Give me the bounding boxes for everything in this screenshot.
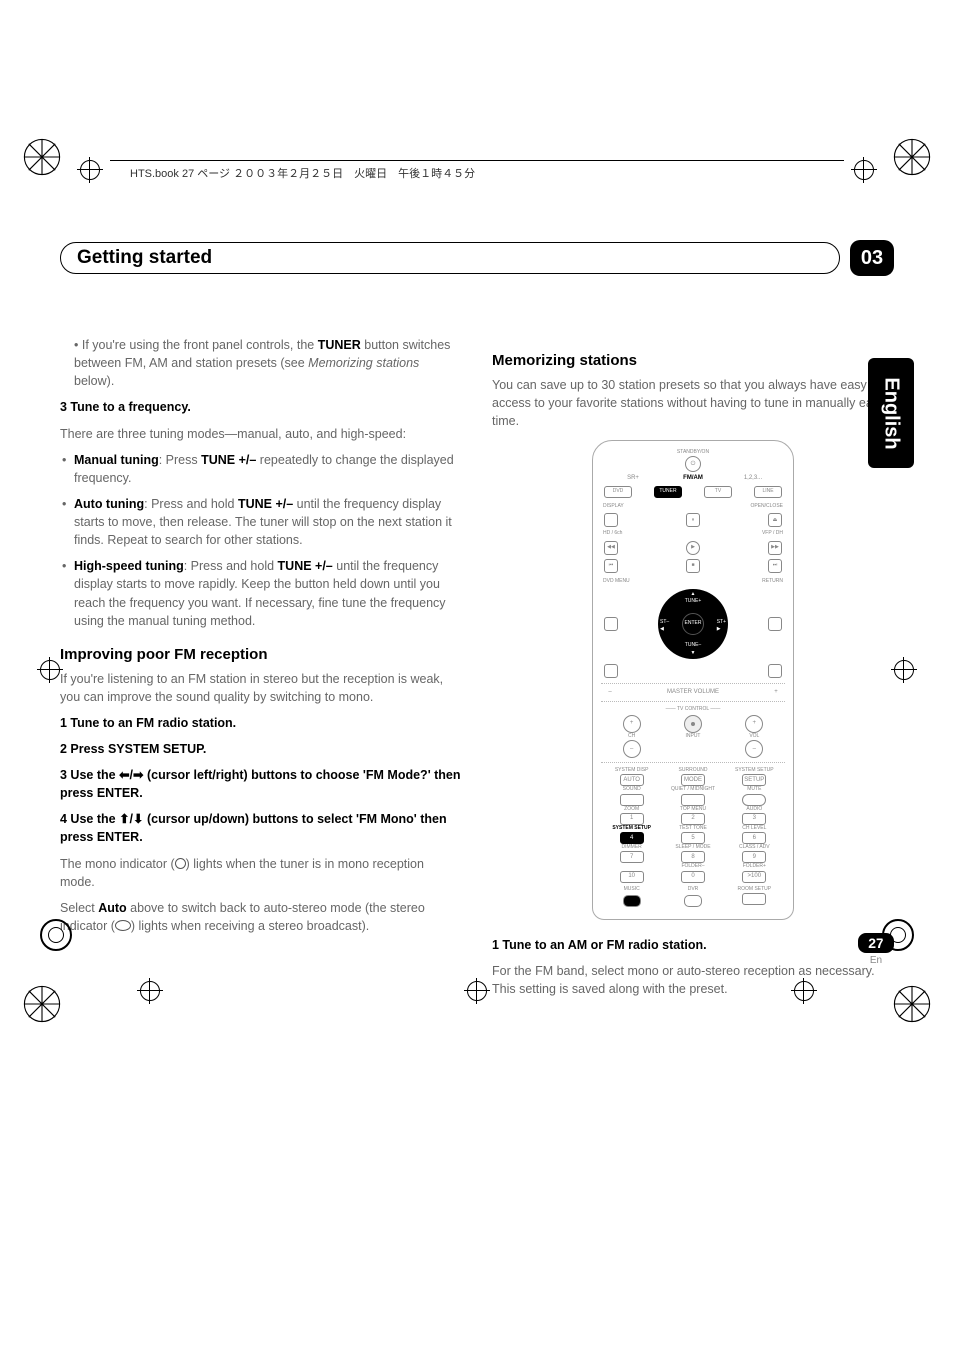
remote-dvd-menu-button	[604, 617, 618, 631]
remote-music-button	[623, 895, 641, 907]
right-step-1: 1 Tune to an AM or FM radio station.	[492, 936, 894, 954]
improving-reception-heading: Improving poor FM reception	[60, 644, 462, 666]
remote-line-button: LINE	[754, 486, 782, 498]
remote-tv-button: TV	[704, 486, 732, 498]
manual-tuning-bullet: •Manual tuning: Press TUNE +/– repeatedl…	[60, 451, 462, 487]
memorizing-stations-heading: Memorizing stations	[492, 350, 894, 372]
remote-tv-vol-button: +	[745, 715, 763, 733]
header-rule	[110, 160, 844, 161]
print-crosshair-icon	[140, 981, 160, 1006]
mono-indicator-note: The mono indicator () lights when the tu…	[60, 855, 462, 891]
remote-dvd-button: DVD	[604, 486, 632, 498]
high-speed-tuning-bullet: •High-speed tuning: Press and hold TUNE …	[60, 557, 462, 630]
print-crosshair-icon	[80, 160, 100, 185]
remote-enter-pad: ▲TUNE+ TUNE–▼ ST–◀ ST+▶ ENTER	[658, 589, 728, 659]
step-1: 1 Tune to an FM radio station.	[60, 714, 462, 732]
remote-tv-ch-button: +	[623, 715, 641, 733]
step-4: 4 Use the ⬆/⬇ (cursor up/down) buttons t…	[60, 810, 462, 846]
print-crosshair-icon	[894, 660, 914, 685]
print-registration-fan-br	[890, 982, 934, 1026]
chapter-title: Getting started	[60, 242, 840, 274]
language-tab-label: English	[880, 377, 903, 449]
remote-tuner-button: TUNER	[654, 486, 682, 498]
print-crosshair-icon	[794, 981, 814, 1006]
remote-stop-button: ■	[686, 559, 700, 573]
remote-prev-button: ◀◀	[604, 541, 618, 555]
page-language-label: En	[858, 955, 894, 966]
print-crosshair-icon	[854, 160, 874, 185]
print-registration-fan-bl	[20, 982, 64, 1026]
tuning-modes-intro: There are three tuning modes—manual, aut…	[60, 425, 462, 443]
remote-key-4-highlight: 4	[620, 832, 644, 844]
remote-blank-button	[768, 664, 782, 678]
remote-skip-fwd-button: ⏭	[768, 559, 782, 573]
remote-return-button	[768, 617, 782, 631]
remote-tv-power-button	[684, 715, 702, 733]
auto-tuning-bullet: •Auto tuning: Press and hold TUNE +/– un…	[60, 495, 462, 549]
print-registration-fan-tl	[20, 135, 64, 179]
print-crosshair-icon	[40, 660, 60, 685]
remote-next-button: ▶▶	[768, 541, 782, 555]
stereo-indicator-icon	[115, 920, 131, 931]
remote-display-button	[604, 513, 618, 527]
remote-eject-button: ⏏	[768, 513, 782, 527]
remote-enter-button: ENTER	[682, 613, 704, 635]
remote-blank-button	[604, 664, 618, 678]
print-crosshair-icon	[467, 981, 487, 1006]
memorizing-stations-intro: You can save up to 30 station presets so…	[492, 376, 894, 430]
step-2: 2 Press SYSTEM SETUP.	[60, 740, 462, 758]
remote-play-button: ▶	[686, 541, 700, 555]
improving-reception-intro: If you're listening to an FM station in …	[60, 670, 462, 706]
language-tab: English	[868, 358, 914, 468]
remote-skip-back-button: ⏮	[604, 559, 618, 573]
remote-pause-button: ⏸	[686, 513, 700, 527]
right-column: Memorizing stations You can save up to 3…	[492, 336, 894, 1006]
step-3-heading: 3 Tune to a frequency.	[60, 398, 462, 416]
source-file-header: HTS.book 27 ページ ２００３年２月２５日 火曜日 午後１時４５分	[130, 165, 475, 181]
print-registration-fan-tr	[890, 135, 934, 179]
chapter-number: 03	[850, 240, 894, 276]
remote-standby-label: STANDBY/ON	[603, 449, 783, 456]
front-panel-note: • If you're using the front panel contro…	[60, 336, 462, 390]
mono-indicator-icon	[175, 858, 186, 869]
auto-stereo-note: Select Auto above to switch back to auto…	[60, 899, 462, 935]
power-icon: ⏻	[685, 456, 701, 472]
print-ring-icon	[40, 919, 72, 956]
right-step-1-note: For the FM band, select mono or auto-ste…	[492, 962, 894, 998]
left-column: • If you're using the front panel contro…	[60, 336, 462, 1006]
remote-control-diagram: STANDBY/ON ⏻ SR+ FM/AM 1,2,3... DVD TUNE…	[592, 440, 794, 920]
print-ring-icon	[882, 919, 914, 956]
step-3: 3 Use the ⬅/➡ (cursor left/right) button…	[60, 766, 462, 802]
